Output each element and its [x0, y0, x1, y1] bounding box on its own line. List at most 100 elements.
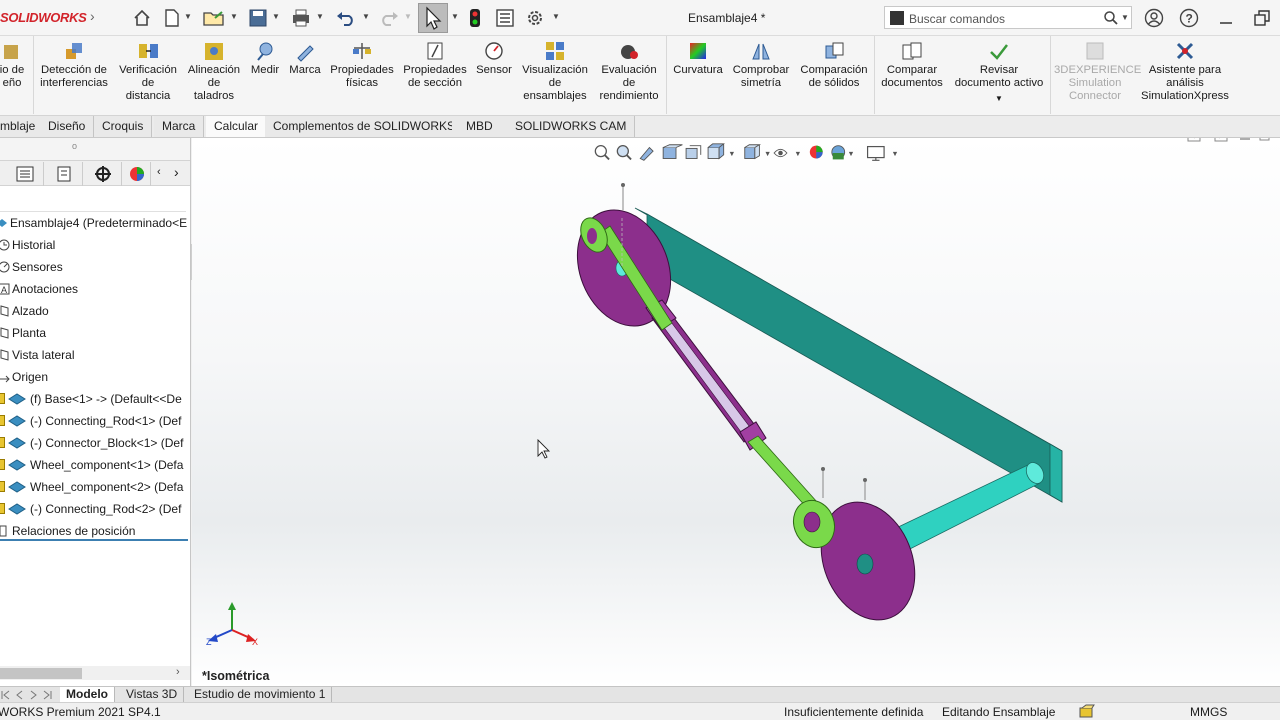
restore-window-icon[interactable] — [1250, 6, 1274, 30]
minimize-icon[interactable] — [1214, 6, 1238, 30]
select-dropdown-icon[interactable]: ▼ — [451, 12, 459, 21]
ribbon-item-design[interactable]: io de eño — [0, 40, 30, 90]
tree-item-label: Wheel_component<1> (Defa — [30, 458, 184, 472]
undo-dropdown-icon[interactable]: ▼ — [362, 12, 370, 21]
options-gear-icon[interactable] — [524, 6, 546, 30]
ribbon-separator — [666, 36, 667, 114]
tab-evaluate[interactable]: Calcular — [206, 116, 268, 137]
tree-item-connecting-rod-1[interactable]: (-) Connecting_Rod<1> (Def — [0, 411, 181, 432]
tree-horizontal-scrollbar[interactable]: › — [0, 666, 190, 680]
search-icon[interactable] — [1103, 10, 1119, 29]
ribbon-symmetry-check[interactable]: Comprobar simetría — [728, 40, 794, 90]
new-dropdown-icon[interactable]: ▼ — [184, 12, 192, 21]
tab-assembly[interactable]: mblaje — [0, 116, 45, 137]
tab-mbd[interactable]: MBD — [452, 116, 508, 137]
ribbon-hole-alignment[interactable]: Alineación de taladros — [183, 40, 245, 103]
print-icon[interactable] — [290, 6, 312, 30]
tree-item-connecting-rod-2[interactable]: (-) Connecting_Rod<2> (Def — [0, 499, 181, 520]
ribbon-markup[interactable]: Marca — [286, 40, 324, 77]
tab-design[interactable]: Diseño — [40, 116, 95, 137]
tree-item-wheel-component-2[interactable]: Wheel_component<2> (Defa — [0, 477, 183, 498]
tree-item-origin[interactable]: Origen — [0, 367, 48, 388]
tab-model[interactable]: Modelo — [60, 687, 115, 703]
ribbon-mass-properties[interactable]: Propiedades físicas — [326, 40, 398, 90]
menu-expand-arrow-icon[interactable]: › — [90, 8, 95, 24]
tree-item-top-plane[interactable]: Planta — [0, 323, 46, 344]
ribbon-sensor[interactable]: Sensor — [473, 40, 515, 77]
tree-item-right-plane[interactable]: Vista lateral — [0, 345, 74, 366]
tab-solidworks-cam[interactable]: SOLIDWORKS CAM — [507, 116, 636, 137]
ribbon-curvature[interactable]: Curvatura — [670, 40, 726, 77]
ribbon-label: Comprobar simetría — [732, 64, 790, 89]
help-icon[interactable]: ? — [1177, 6, 1201, 30]
undo-icon[interactable] — [335, 6, 357, 30]
tree-item-connector-block-1[interactable]: (-) Connector_Block<1> (Def — [0, 433, 183, 454]
new-document-icon[interactable] — [162, 6, 182, 30]
search-commands-box[interactable]: Buscar comandos ▼ — [884, 6, 1132, 29]
tab-sketch[interactable]: Croquis — [94, 116, 153, 137]
ribbon-interference-detection[interactable]: Detección de interferencias — [36, 40, 112, 90]
ribbon-label: Propiedades de sección — [403, 64, 467, 89]
connecting-rod-lower[interactable] — [747, 435, 841, 553]
status-units[interactable]: MMGS — [1190, 705, 1227, 719]
print-dropdown-icon[interactable]: ▼ — [316, 12, 324, 21]
design-study-icon — [1, 40, 23, 62]
tree-item-annotations[interactable]: A Anotaciones — [0, 279, 78, 300]
ribbon-clearance-verification[interactable]: Verificación de distancia — [114, 40, 182, 103]
tabs-scroll-left-icon[interactable]: ‹ — [157, 166, 161, 178]
tabs-scroll-right-icon[interactable]: › — [174, 164, 179, 180]
ribbon-section-properties[interactable]: Propiedades de sección — [400, 40, 470, 90]
open-dropdown-icon[interactable]: ▼ — [230, 12, 238, 21]
part-icon — [8, 459, 26, 471]
title-bar: SOLIDWORKS › ▼ ▼ ▼ ▼ ▼ ▼ ▼ ▼ Ensamblaje4… — [0, 0, 1280, 36]
first-tab-icon — [1, 690, 10, 700]
configurationmanager-tab-icon[interactable] — [84, 162, 122, 186]
rebuild-traffic-light-icon[interactable] — [466, 6, 484, 30]
tree-item-assembly-root[interactable]: Ensamblaje4 (Predeterminado<E — [0, 213, 187, 234]
options-dropdown-icon[interactable]: ▼ — [552, 12, 560, 21]
assembly-3d-model[interactable]: Z X — [192, 138, 1280, 686]
tree-item-wheel-component-1[interactable]: Wheel_component<1> (Defa — [0, 455, 183, 476]
tab-solidworks-addins[interactable]: Complementos de SOLIDWORKS — [265, 116, 465, 137]
tree-filter-row[interactable] — [0, 186, 186, 212]
propertymanager-tab-icon[interactable] — [45, 162, 83, 186]
displaymanager-tab-icon[interactable] — [123, 162, 151, 186]
file-properties-icon[interactable] — [494, 6, 516, 30]
ribbon-performance-evaluation[interactable]: Evaluación de rendimiento — [594, 40, 664, 103]
search-dropdown-icon[interactable]: ▼ — [1121, 13, 1129, 22]
check-document-dropdown-icon[interactable]: ▼ — [950, 92, 1048, 105]
open-folder-icon[interactable] — [202, 6, 226, 30]
graphics-area[interactable]: ▼ ▼ ▼ ▼ ▼ Z X *Isométrica — [192, 138, 1280, 686]
redo-icon[interactable] — [378, 6, 400, 30]
ribbon-assembly-visualization[interactable]: Visualización de ensamblajes — [518, 40, 592, 103]
ribbon-compare-bodies[interactable]: Comparación de sólidos — [797, 40, 871, 90]
save-icon[interactable] — [247, 6, 269, 30]
ribbon-check-active-document[interactable]: Revisar documento activo ▼ — [950, 40, 1048, 105]
scroll-right-icon[interactable]: › — [176, 666, 180, 678]
save-dropdown-icon[interactable]: ▼ — [272, 12, 280, 21]
ribbon-simulationxpress[interactable]: Asistente para análisis SimulationXpress — [1138, 40, 1232, 103]
base-shaft[interactable] — [891, 460, 1047, 553]
redo-dropdown-icon[interactable]: ▼ — [404, 12, 412, 21]
tree-item-base[interactable]: (f) Base<1> -> (Default<<De — [0, 389, 182, 410]
user-account-icon[interactable] — [1142, 6, 1166, 30]
home-icon[interactable] — [130, 6, 154, 30]
search-placeholder[interactable]: Buscar comandos — [909, 12, 1005, 26]
solidworks-logo[interactable]: SOLIDWORKS — [0, 10, 87, 25]
rebuild-status-icon[interactable] — [1078, 704, 1096, 720]
tab-navigation-arrows[interactable] — [0, 689, 58, 701]
tab-3d-views[interactable]: Vistas 3D — [120, 687, 185, 703]
tab-markup[interactable]: Marca — [154, 116, 205, 137]
select-button[interactable] — [418, 3, 448, 33]
tree-item-sensors[interactable]: Sensores — [0, 257, 63, 278]
ribbon-3dexperience-simulation-connector[interactable]: 3DEXPERIENCE Simulation Connector — [1054, 40, 1141, 103]
tree-item-front-plane[interactable]: Alzado — [0, 301, 49, 322]
panel-grip-dot-icon[interactable]: o — [72, 141, 77, 151]
scrollbar-thumb[interactable] — [0, 668, 82, 679]
featuremanager-tab-icon[interactable] — [6, 162, 44, 186]
svg-text:X: X — [252, 637, 258, 647]
tree-item-history[interactable]: Historial — [0, 235, 55, 256]
ribbon-compare-documents[interactable]: Comparar documentos — [877, 40, 947, 90]
ribbon-measure[interactable]: Medir — [246, 40, 284, 77]
tab-motion-study-1[interactable]: Estudio de movimiento 1 — [188, 687, 333, 703]
